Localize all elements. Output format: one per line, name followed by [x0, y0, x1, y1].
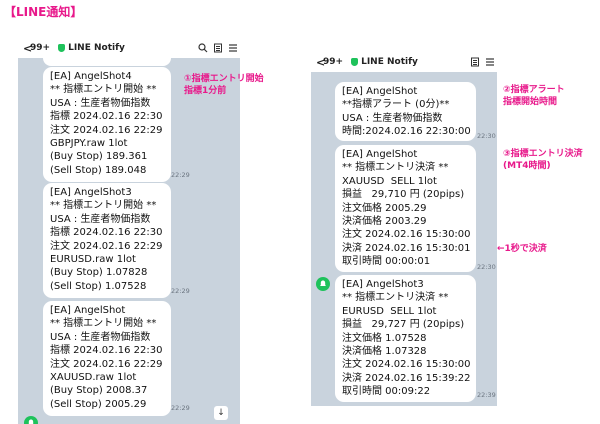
verified-shield-icon	[351, 58, 359, 66]
bell-icon	[24, 416, 38, 424]
annotation-one-second: ←1秒で決済	[497, 244, 547, 254]
chat-name: LINE Notify	[361, 57, 418, 67]
chat-screen-right: < 99+ LINE Notify [EA] AngelShot **指標アラー…	[311, 52, 497, 406]
chat-name: LINE Notify	[68, 43, 125, 53]
message-time: 22:39	[477, 391, 496, 399]
message-time: 22:30	[477, 263, 496, 271]
unread-count: 99+	[323, 57, 344, 67]
annotation-alert: ②指標アラート 指標開始時間	[503, 85, 565, 107]
message-bubble: [EA] AngelShot ** 指標エントリ開始 ** USA : 生産者物…	[43, 301, 171, 416]
bell-icon	[316, 277, 330, 291]
message-bubble: [EA] AngelShot4 ** 指標エントリ開始 ** USA : 生産者…	[43, 67, 171, 182]
message-time: 22:29	[171, 287, 190, 295]
message-bubble: [EA] AngelShot **指標アラート (0分)** USA : 生産者…	[335, 82, 476, 141]
message-time: 22:29	[171, 404, 190, 412]
scroll-down-button[interactable]: ↓	[214, 406, 228, 420]
unread-count: 99+	[30, 43, 51, 53]
message-bubble: [EA] AngelShot3 ** 指標エントリ決済 ** EURUSD SE…	[335, 275, 476, 402]
note-icon[interactable]	[467, 57, 482, 68]
back-button[interactable]: <	[18, 42, 32, 55]
note-icon[interactable]	[210, 43, 225, 54]
page: 【LINE通知】 < 99+ LINE Notify [EA] AngelSho…	[0, 0, 600, 424]
chat-header: < 99+ LINE Notify	[18, 38, 240, 58]
chat-header: < 99+ LINE Notify	[311, 52, 497, 72]
message-time: 22:30	[477, 132, 496, 140]
message-bubble: [EA] AngelShot3 ** 指標エントリ開始 ** USA : 生産者…	[43, 183, 171, 298]
annotation-entry-start: ①指標エントリ開始 指標1分前	[184, 74, 264, 96]
previous-message-bubble	[43, 58, 171, 66]
page-title: 【LINE通知】	[4, 5, 83, 19]
message-time: 22:29	[171, 171, 190, 179]
menu-icon[interactable]	[482, 57, 497, 68]
annotation-settlement: ③指標エントリ決済 (MT4時間)	[503, 149, 583, 171]
menu-icon[interactable]	[225, 43, 240, 54]
back-button[interactable]: <	[311, 56, 325, 69]
search-icon[interactable]	[195, 43, 210, 54]
message-bubble: [EA] AngelShot ** 指標エントリ決済 ** XAUUSD SEL…	[335, 145, 476, 272]
verified-shield-icon	[58, 44, 66, 52]
